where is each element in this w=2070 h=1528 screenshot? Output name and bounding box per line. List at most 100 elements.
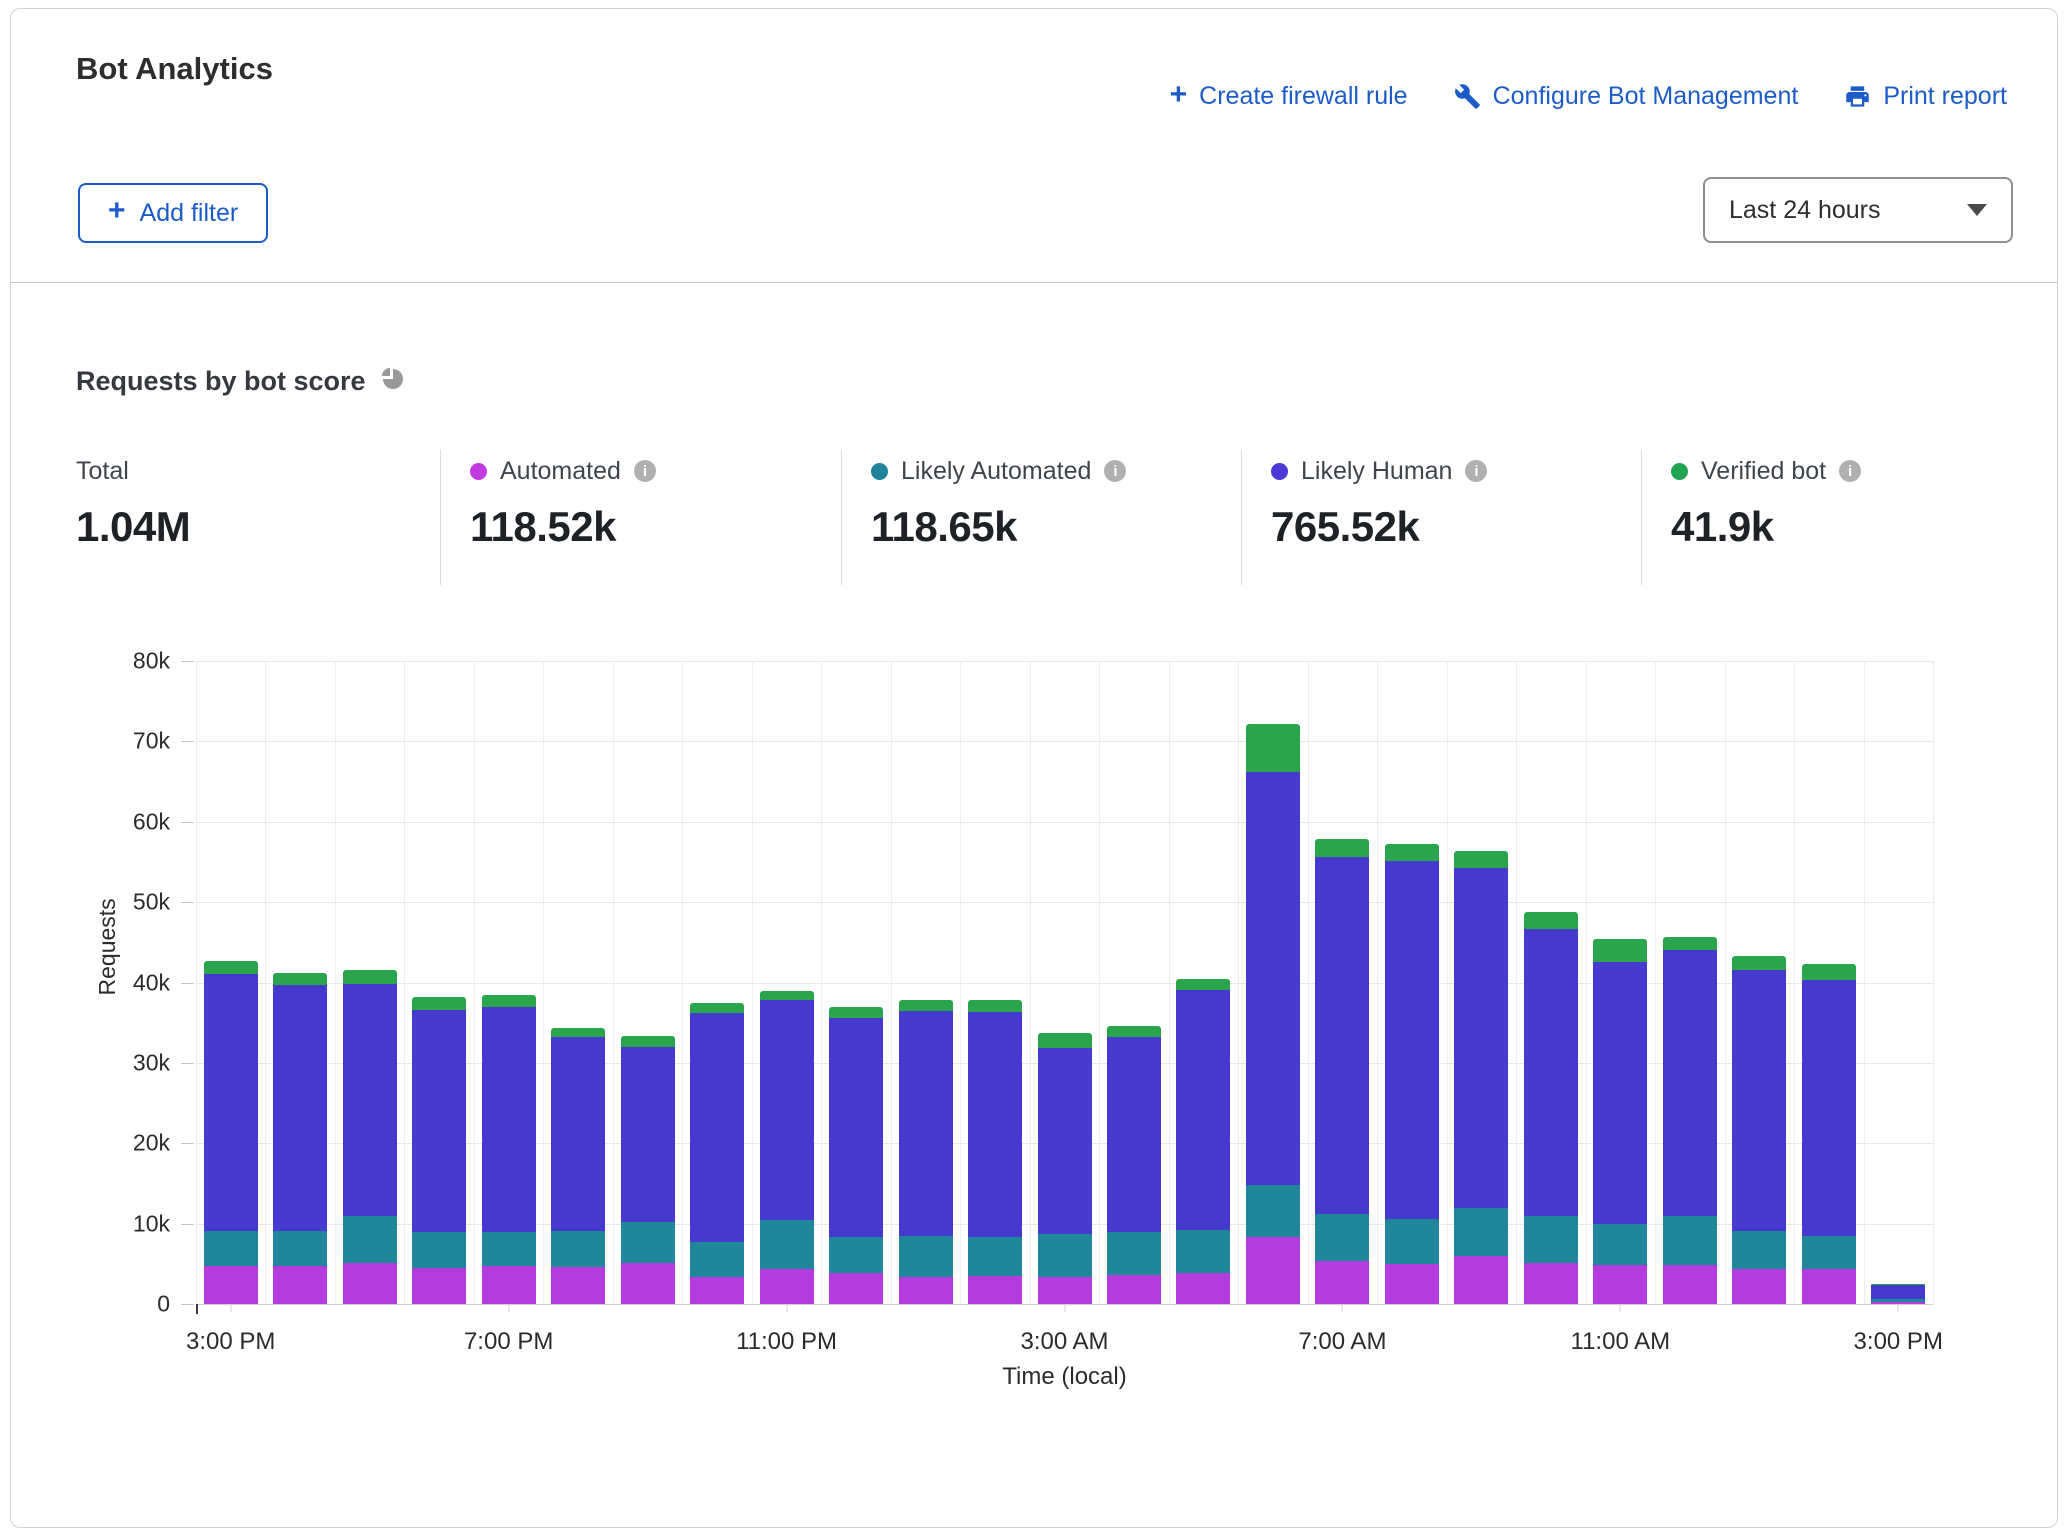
bar-segment-verified-bot [1732, 956, 1786, 970]
create-firewall-rule-link[interactable]: + Create firewall rule [1170, 81, 1408, 111]
bar-segment-likely-automated [899, 1236, 953, 1277]
bar-segment-likely-human [273, 985, 327, 1231]
stat-likely-human-value: 765.52k [1271, 503, 1487, 551]
bar-segment-likely-human [1593, 962, 1647, 1223]
x-tick-label: 7:00 PM [464, 1328, 553, 1356]
bar-segment-automated [621, 1263, 675, 1304]
x-axis-title: Time (local) [196, 1363, 1933, 1391]
gridline [1864, 661, 1865, 1304]
bar-200pm[interactable] [1802, 661, 1856, 1304]
bar-segment-automated [204, 1266, 258, 1304]
bar-segment-verified-bot [1663, 937, 1717, 951]
bar-segment-verified-bot [829, 1007, 883, 1017]
stat-likely-human-label: Likely Human [1301, 457, 1452, 486]
bar-segment-verified-bot [551, 1028, 605, 1037]
bar-300pm[interactable] [204, 661, 258, 1304]
automated-legend-dot [470, 463, 487, 480]
y-tick-label: 60k [133, 808, 170, 835]
gridline [821, 661, 822, 1304]
bar-segment-likely-automated [1732, 1231, 1786, 1269]
info-icon[interactable]: i [1839, 460, 1861, 482]
bar-800am[interactable] [1385, 661, 1439, 1304]
bar-700pm[interactable] [482, 661, 536, 1304]
y-tick [181, 983, 194, 984]
bar-600am[interactable] [1246, 661, 1300, 1304]
y-tick-label: 80k [133, 648, 170, 675]
y-tick-label: 10k [133, 1210, 170, 1237]
x-tick [508, 1304, 509, 1312]
chart-plot-area [196, 661, 1933, 1304]
gridline [1308, 661, 1309, 1304]
x-tick [1064, 1304, 1065, 1312]
plus-icon: + [108, 196, 126, 226]
bot-analytics-card: Bot Analytics + Create firewall rule Con… [10, 8, 2058, 1528]
bar-400pm[interactable] [273, 661, 327, 1304]
gridline [891, 661, 892, 1304]
time-range-value: Last 24 hours [1729, 196, 1881, 225]
x-tick-label: 11:00 AM [1571, 1328, 1671, 1356]
bar-segment-likely-human [968, 1012, 1022, 1237]
gridline [1516, 661, 1517, 1304]
bar-300pm[interactable] [1871, 661, 1925, 1304]
bar-segment-likely-human [829, 1018, 883, 1237]
bar-100pm[interactable] [1732, 661, 1786, 1304]
card-header: Bot Analytics + Create firewall rule Con… [11, 9, 2057, 283]
x-tick [1898, 1304, 1899, 1312]
gridline [1725, 661, 1726, 1304]
section-title: Requests by bot score [76, 366, 366, 397]
bar-400am[interactable] [1107, 661, 1161, 1304]
bar-1100am[interactable] [1593, 661, 1647, 1304]
bar-segment-verified-bot [1107, 1026, 1161, 1037]
bar-500am[interactable] [1176, 661, 1230, 1304]
bar-segment-likely-human [1107, 1037, 1161, 1232]
bar-segment-likely-automated [204, 1231, 258, 1266]
stat-verified-bot-value: 41.9k [1671, 503, 1861, 551]
bar-segment-automated [1385, 1264, 1439, 1304]
bar-segment-automated [1663, 1265, 1717, 1304]
time-range-select[interactable]: Last 24 hours [1703, 177, 2013, 243]
bar-segment-verified-bot [1176, 979, 1230, 990]
bar-segment-likely-human [1246, 772, 1300, 1185]
bar-1000pm[interactable] [690, 661, 744, 1304]
stat-divider [1241, 449, 1242, 585]
create-firewall-rule-label: Create firewall rule [1199, 82, 1407, 111]
bar-segment-likely-automated [1663, 1216, 1717, 1265]
bar-segment-likely-automated [1246, 1185, 1300, 1237]
bar-segment-verified-bot [621, 1036, 675, 1046]
bar-900am[interactable] [1454, 661, 1508, 1304]
y-tick-label: 20k [133, 1130, 170, 1157]
y-tick [181, 741, 194, 742]
header-actions: + Create firewall rule Configure Bot Man… [1170, 81, 2007, 111]
bar-segment-likely-human [204, 974, 258, 1231]
stat-automated: Automated i 118.52k [470, 456, 656, 551]
info-icon[interactable]: i [634, 460, 656, 482]
bar-1200am[interactable] [829, 661, 883, 1304]
bar-segment-likely-automated [1176, 1230, 1230, 1273]
bar-segment-likely-automated [412, 1232, 466, 1267]
configure-bot-management-link[interactable]: Configure Bot Management [1454, 82, 1799, 111]
info-icon[interactable]: i [1104, 460, 1126, 482]
stat-likely-automated-value: 118.65k [871, 503, 1126, 551]
bar-700am[interactable] [1315, 661, 1369, 1304]
stat-likely-automated: Likely Automated i 118.65k [871, 456, 1126, 551]
bar-segment-likely-automated [1524, 1216, 1578, 1263]
bar-500pm[interactable] [343, 661, 397, 1304]
bar-100am[interactable] [899, 661, 953, 1304]
bar-800pm[interactable] [551, 661, 605, 1304]
bar-1200pm[interactable] [1663, 661, 1717, 1304]
bar-1100pm[interactable] [760, 661, 814, 1304]
bar-1000am[interactable] [1524, 661, 1578, 1304]
bar-900pm[interactable] [621, 661, 675, 1304]
print-report-link[interactable]: Print report [1844, 82, 2007, 111]
y-tick [181, 661, 194, 662]
bar-segment-likely-automated [968, 1237, 1022, 1276]
bar-segment-likely-automated [1038, 1234, 1092, 1277]
y-axis: 010k20k30k40k50k60k70k80k [66, 661, 194, 1304]
info-icon[interactable]: i [1465, 460, 1487, 482]
bar-200am[interactable] [968, 661, 1022, 1304]
add-filter-button[interactable]: + Add filter [78, 183, 268, 243]
gridline [265, 661, 266, 1304]
bar-300am[interactable] [1038, 661, 1092, 1304]
bar-600pm[interactable] [412, 661, 466, 1304]
bar-segment-automated [551, 1267, 605, 1304]
